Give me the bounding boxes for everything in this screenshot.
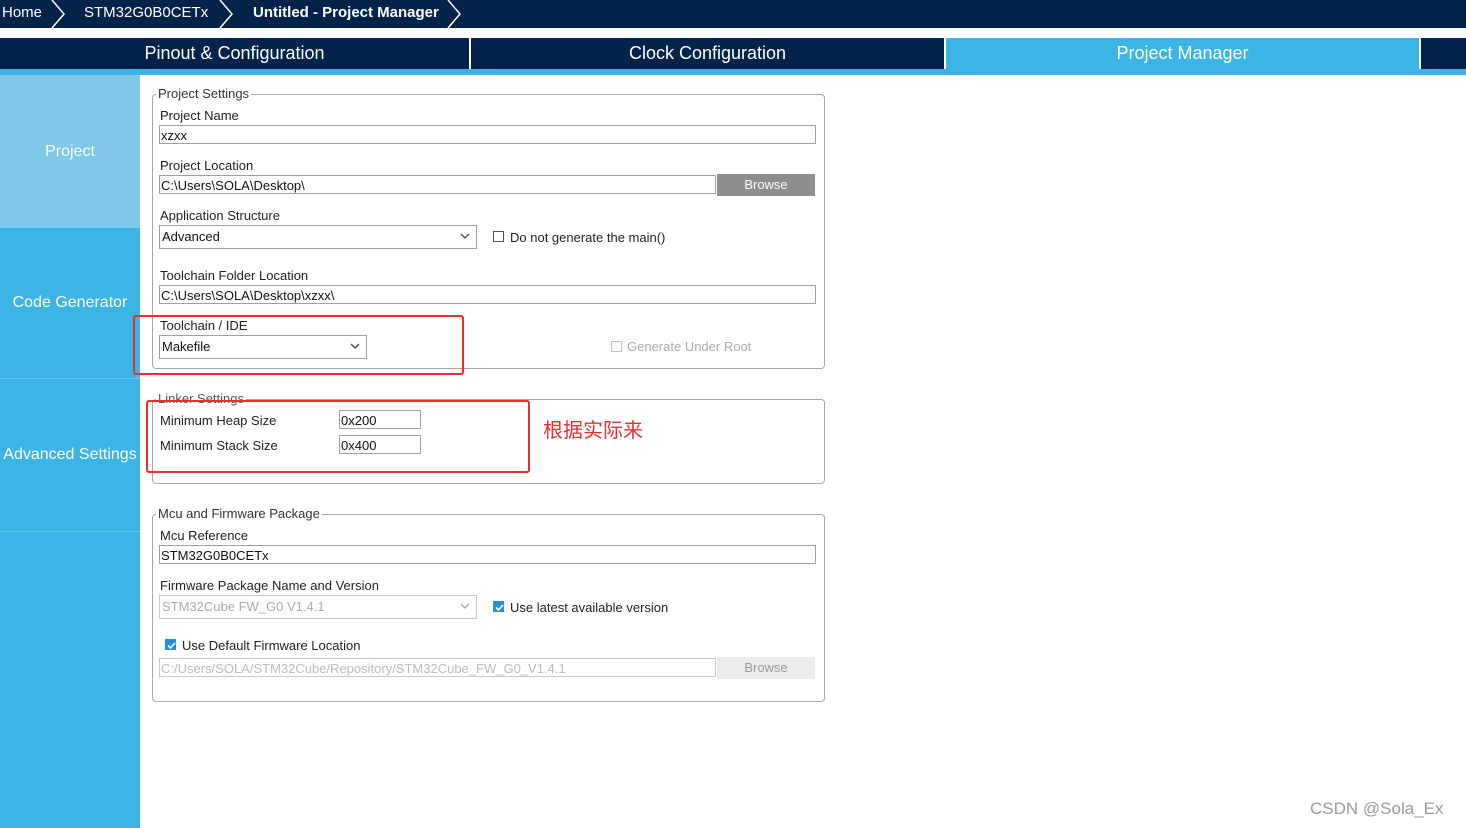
chevron-right-icon: [219, 0, 233, 28]
checkmark-icon: [167, 642, 176, 650]
breadcrumb-mcu[interactable]: STM32G0B0CETx: [84, 0, 208, 28]
mcu-firmware-legend: Mcu and Firmware Package: [156, 506, 322, 521]
no-main-checkbox[interactable]: [493, 231, 504, 242]
tab-project-manager[interactable]: Project Manager: [946, 38, 1419, 69]
firmware-location-input[interactable]: C:/Users/SOLA/STM32Cube/Repository/STM32…: [159, 658, 716, 677]
tab-underline: [0, 69, 1466, 75]
firmware-package-select[interactable]: STM32Cube FW_G0 V1.4.1: [159, 595, 477, 619]
firmware-package-label: Firmware Package Name and Version: [160, 578, 379, 593]
tab-pinout-configuration[interactable]: Pinout & Configuration: [0, 38, 469, 69]
project-location-label: Project Location: [160, 158, 254, 173]
mcu-reference-label: Mcu Reference: [160, 528, 249, 543]
annotation-text: 根据实际来: [543, 420, 643, 442]
breadcrumb: Home STM32G0B0CETx Untitled - Project Ma…: [0, 0, 1466, 28]
tab-separator: [1419, 38, 1421, 69]
toolchain-folder-input[interactable]: C:\Users\SOLA\Desktop\xzxx\: [159, 285, 816, 304]
sidebar-item-project[interactable]: Project: [0, 75, 140, 228]
checkmark-icon: [495, 604, 504, 612]
generate-under-root-checkbox[interactable]: [611, 341, 622, 352]
no-main-label: Do not generate the main(): [510, 230, 666, 245]
project-settings-legend: Project Settings: [156, 86, 252, 101]
use-default-location-label: Use Default Firmware Location: [182, 638, 361, 653]
chevron-right-icon: [447, 0, 461, 28]
firmware-package-value: STM32Cube FW_G0 V1.4.1: [162, 599, 325, 614]
use-default-location-checkbox[interactable]: [165, 639, 176, 650]
toolchain-folder-label: Toolchain Folder Location: [160, 268, 309, 283]
tab-clock-configuration[interactable]: Clock Configuration: [471, 38, 944, 69]
browse-location-button[interactable]: Browse: [717, 174, 815, 196]
watermark-text: CSDN @Sola_Ex: [1310, 799, 1444, 818]
project-location-input[interactable]: C:\Users\SOLA\Desktop\: [159, 175, 716, 194]
breadcrumb-home[interactable]: Home: [2, 0, 42, 28]
sidebar-item-advanced-settings[interactable]: Advanced Settings: [0, 379, 140, 531]
application-structure-label: Application Structure: [160, 208, 280, 223]
browse-firmware-button[interactable]: Browse: [717, 657, 815, 679]
chevron-right-icon: [51, 0, 65, 28]
use-latest-label: Use latest available version: [510, 600, 669, 615]
mcu-reference-input[interactable]: STM32G0B0CETx: [159, 545, 816, 564]
chevron-down-icon: [460, 233, 470, 239]
header-spacer: [0, 28, 1466, 38]
sidebar-divider: [0, 531, 140, 532]
main-tabs: Pinout & Configuration Clock Configurati…: [0, 38, 1466, 75]
application-structure-value: Advanced: [162, 229, 220, 244]
project-name-input[interactable]: xzxx: [159, 125, 816, 144]
linker-highlight-box: [146, 400, 530, 473]
chevron-down-icon: [460, 603, 470, 609]
project-name-label: Project Name: [160, 108, 239, 123]
generate-under-root-label: Generate Under Root: [627, 339, 752, 354]
application-structure-select[interactable]: Advanced: [159, 225, 477, 249]
sidebar-item-code-generator[interactable]: Code Generator: [0, 228, 140, 378]
sidebar: Project Code Generator Advanced Settings: [0, 75, 140, 828]
use-latest-checkbox[interactable]: [493, 601, 504, 612]
toolchain-highlight-box: [133, 315, 464, 375]
breadcrumb-current[interactable]: Untitled - Project Manager: [253, 0, 439, 28]
